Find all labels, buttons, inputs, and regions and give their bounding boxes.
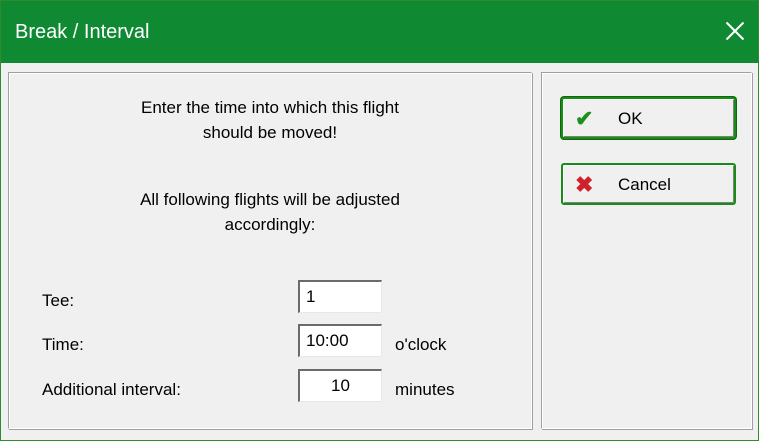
time-unit: o'clock — [395, 335, 447, 354]
interval-input[interactable] — [298, 369, 382, 402]
button-panel: ✔ OK ✖ Cancel — [541, 72, 752, 429]
input-panel: Enter the time into which this flight sh… — [8, 72, 532, 429]
title-bar: Break / Interval — [1, 1, 758, 63]
cancel-button[interactable]: ✖ Cancel — [561, 163, 736, 205]
note-line-2: accordingly: — [224, 215, 316, 234]
ok-button[interactable]: ✔ OK — [561, 97, 736, 139]
time-input[interactable] — [298, 324, 382, 357]
break-interval-dialog: Break / Interval Enter the time into whi… — [0, 0, 759, 441]
interval-unit: minutes — [395, 380, 455, 399]
check-icon: ✔ — [575, 106, 594, 131]
instruction-text: Enter the time into which this flight sh… — [9, 95, 531, 145]
instruction-line-2: should be moved! — [202, 123, 338, 142]
cancel-button-label: Cancel — [618, 175, 671, 194]
interval-label: Additional interval: — [42, 380, 181, 399]
cross-icon: ✖ — [575, 172, 594, 197]
close-icon[interactable] — [720, 16, 750, 46]
tee-input[interactable] — [298, 280, 382, 313]
time-label: Time: — [42, 335, 84, 354]
window-title: Break / Interval — [15, 21, 150, 43]
ok-button-label: OK — [618, 109, 643, 128]
note-text: All following flights will be adjusted a… — [9, 187, 531, 237]
instruction-line-1: Enter the time into which this flight — [141, 98, 399, 117]
tee-label: Tee: — [42, 291, 75, 310]
note-line-1: All following flights will be adjusted — [140, 190, 400, 209]
